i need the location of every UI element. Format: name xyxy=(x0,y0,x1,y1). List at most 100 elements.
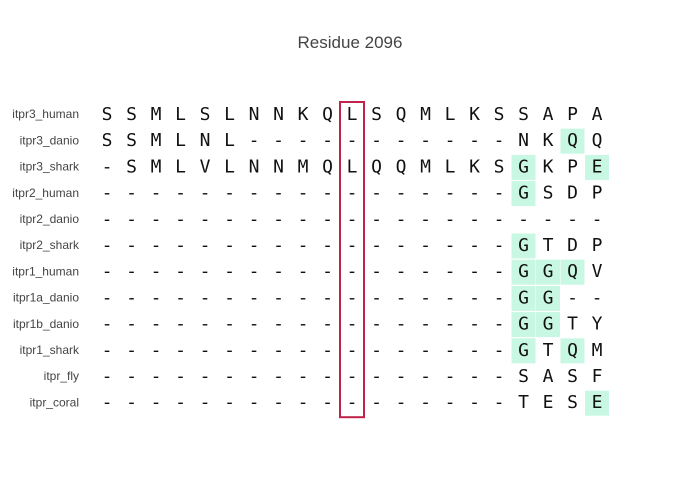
residue-cell: - xyxy=(151,340,162,361)
residue-cell: - xyxy=(494,261,505,282)
residue-cell: - xyxy=(273,183,284,204)
residue-cell: - xyxy=(371,314,382,335)
residue-cell: K xyxy=(543,156,554,177)
residue-cell: - xyxy=(445,235,456,256)
residue-cell: - xyxy=(249,287,260,308)
row-label: itpr_fly xyxy=(44,369,79,383)
residue-cell: - xyxy=(200,392,211,413)
residue-cell: - xyxy=(322,366,333,387)
residue-cell: - xyxy=(224,183,235,204)
residue-cell: K xyxy=(469,156,480,177)
residue-cell: - xyxy=(102,261,113,282)
residue-cell: N xyxy=(273,156,284,177)
residue-cell: T xyxy=(518,392,529,413)
residue-cell: L xyxy=(224,104,235,125)
residue-cell: - xyxy=(543,209,554,230)
residue-cell: - xyxy=(347,340,358,361)
residue-cell: - xyxy=(469,287,480,308)
residue-cell: - xyxy=(273,130,284,151)
residue-cell: - xyxy=(273,209,284,230)
residue-cell: - xyxy=(420,340,431,361)
residue-cell: L xyxy=(445,156,456,177)
residue-cell: P xyxy=(567,156,578,177)
residue-cell: - xyxy=(151,235,162,256)
row-label: itpr2_shark xyxy=(20,238,80,252)
residue-cell: L xyxy=(175,130,186,151)
residue-cell: L xyxy=(445,104,456,125)
residue-cell: - xyxy=(322,287,333,308)
residue-cell: - xyxy=(298,261,309,282)
residue-cell: - xyxy=(420,235,431,256)
residue-cell: - xyxy=(298,366,309,387)
residue-cell: - xyxy=(102,314,113,335)
residue-cell: - xyxy=(494,183,505,204)
residue-cell: L xyxy=(347,156,358,177)
residue-cell: - xyxy=(494,392,505,413)
residue-cell: - xyxy=(347,392,358,413)
residue-cell: - xyxy=(469,130,480,151)
residue-cell: E xyxy=(592,392,603,413)
row-label: itpr1a_danio xyxy=(13,291,79,305)
residue-cell: - xyxy=(494,130,505,151)
residue-cell: - xyxy=(298,209,309,230)
residue-cell: S xyxy=(102,130,113,151)
residue-cell: - xyxy=(175,314,186,335)
residue-cell: - xyxy=(322,130,333,151)
residue-cell: - xyxy=(371,340,382,361)
residue-cell: - xyxy=(200,287,211,308)
residue-cell: - xyxy=(224,314,235,335)
residue-cell: G xyxy=(518,183,529,204)
row-label: itpr1_human xyxy=(12,264,79,278)
residue-cell: K xyxy=(298,104,309,125)
residue-cell: - xyxy=(396,392,407,413)
residue-cell: - xyxy=(371,287,382,308)
residue-cell: - xyxy=(151,261,162,282)
residue-cell: S xyxy=(494,104,505,125)
residue-cell: - xyxy=(126,314,137,335)
residue-cell: - xyxy=(200,366,211,387)
residue-cell: S xyxy=(371,104,382,125)
residue-cell: L xyxy=(175,104,186,125)
residue-cell: E xyxy=(543,392,554,413)
residue-cell: - xyxy=(224,287,235,308)
residue-cell: - xyxy=(494,340,505,361)
residue-cell: - xyxy=(445,340,456,361)
residue-cell: G xyxy=(518,235,529,256)
residue-cell: - xyxy=(249,392,260,413)
residue-cell: - xyxy=(126,392,137,413)
residue-cell: - xyxy=(298,130,309,151)
residue-cell: - xyxy=(126,209,137,230)
residue-cell: Q xyxy=(322,104,333,125)
residue-cell: - xyxy=(249,130,260,151)
residue-cell: - xyxy=(322,209,333,230)
residue-cell: M xyxy=(420,156,431,177)
residue-cell: - xyxy=(518,209,529,230)
residue-cell: T xyxy=(543,235,554,256)
residue-cell: - xyxy=(567,209,578,230)
residue-cell: - xyxy=(371,366,382,387)
residue-cell: - xyxy=(200,314,211,335)
residue-cell: G xyxy=(518,287,529,308)
residue-cell: Y xyxy=(592,314,603,335)
residue-cell: - xyxy=(445,261,456,282)
residue-cell: D xyxy=(567,183,578,204)
residue-cell: - xyxy=(347,314,358,335)
residue-cell: - xyxy=(298,183,309,204)
residue-cell: - xyxy=(273,261,284,282)
residue-cell: - xyxy=(151,287,162,308)
residue-cell: - xyxy=(200,261,211,282)
residue-cell: - xyxy=(273,235,284,256)
residue-cell: - xyxy=(102,287,113,308)
residue-cell: L xyxy=(224,130,235,151)
residue-cell: - xyxy=(494,235,505,256)
residue-cell: S xyxy=(567,392,578,413)
residue-cell: - xyxy=(200,209,211,230)
residue-cell: - xyxy=(445,130,456,151)
residue-cell: - xyxy=(102,235,113,256)
residue-cell: - xyxy=(494,314,505,335)
residue-cell: M xyxy=(298,156,309,177)
residue-cell: - xyxy=(322,235,333,256)
residue-cell: - xyxy=(151,183,162,204)
residue-cell: - xyxy=(175,235,186,256)
residue-cell: G xyxy=(518,261,529,282)
